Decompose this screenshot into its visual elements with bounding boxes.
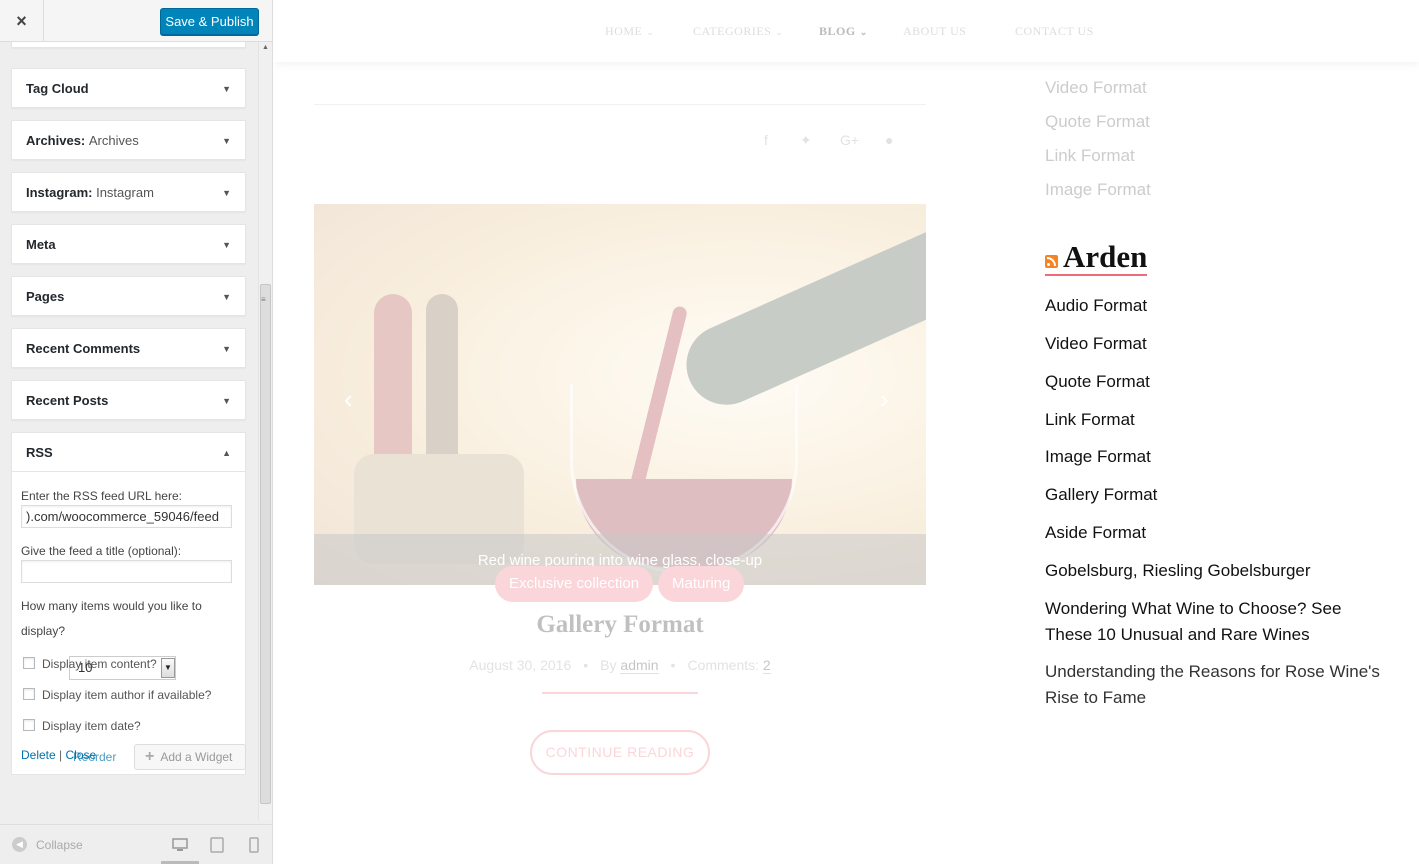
chevron-left-icon[interactable]: ‹ bbox=[344, 384, 353, 415]
widget-recent-posts[interactable]: Recent Posts ▼ bbox=[11, 380, 246, 420]
rss-item-link[interactable]: Understanding the Reasons for Rose Wine'… bbox=[1045, 659, 1390, 711]
widget-title: Meta bbox=[26, 237, 56, 252]
widget-title: Pages bbox=[26, 289, 65, 304]
post-meta: August 30, 2016 • By admin • Comments: 2 bbox=[469, 657, 771, 674]
widget-link[interactable]: Video Format bbox=[1045, 78, 1147, 98]
display-author-label: Display item author if available? bbox=[42, 688, 212, 702]
widget-title: RSS bbox=[26, 445, 53, 460]
widget-link[interactable]: Quote Format bbox=[1045, 112, 1150, 132]
facebook-icon[interactable]: f bbox=[764, 132, 768, 148]
widget-instagram[interactable]: Instagram: Instagram ▼ bbox=[11, 172, 246, 212]
widget-subtitle: Instagram bbox=[96, 185, 154, 200]
rss-title-label: Give the feed a title (optional): bbox=[21, 544, 182, 558]
display-date-label: Display item date? bbox=[42, 719, 141, 733]
rss-title-input[interactable] bbox=[21, 560, 232, 583]
link-separator: | bbox=[59, 748, 63, 762]
widget-title: Recent Comments bbox=[26, 341, 141, 356]
category-tag[interactable]: Maturing bbox=[658, 566, 745, 602]
comment-count[interactable]: 2 bbox=[762, 657, 771, 674]
pinterest-icon[interactable]: ● bbox=[885, 132, 893, 148]
close-customizer-button[interactable]: × bbox=[0, 0, 44, 42]
close-icon: × bbox=[16, 10, 27, 31]
sidebar-scrollbar[interactable]: ▲ ≡ bbox=[258, 42, 272, 820]
rss-widget-form: Enter the RSS feed URL here: ).com/wooco… bbox=[11, 472, 246, 775]
display-content-label: Display item content? bbox=[42, 657, 157, 671]
items-count-label: How many items would you like to bbox=[21, 599, 202, 613]
items-count-label-2: display? bbox=[21, 624, 66, 638]
rss-item-link[interactable]: Video Format bbox=[1045, 331, 1390, 357]
save-publish-button[interactable]: Save & Publish bbox=[160, 8, 259, 35]
display-date-checkbox[interactable] bbox=[23, 719, 35, 731]
post-gallery-slider: ‹ › Red wine pouring into wine glass, cl… bbox=[314, 204, 926, 585]
scrollbar-thumb[interactable] bbox=[260, 284, 271, 804]
rss-item-link[interactable]: Gallery Format bbox=[1045, 482, 1390, 508]
expand-arrow-icon[interactable]: ▼ bbox=[222, 84, 231, 94]
add-widget-button[interactable]: + Add a Widget bbox=[134, 744, 246, 770]
tablet-preview-icon[interactable] bbox=[210, 837, 224, 853]
post-author[interactable]: admin bbox=[620, 657, 659, 674]
widget-title: Recent Posts bbox=[26, 393, 109, 408]
twitter-icon[interactable]: ✦ bbox=[800, 132, 812, 149]
divider bbox=[314, 104, 926, 105]
rss-icon[interactable] bbox=[1045, 255, 1058, 268]
category-tag[interactable]: Exclusive collection bbox=[495, 566, 654, 602]
chevron-down-icon[interactable]: ▼ bbox=[161, 658, 175, 678]
widgets-list: Tag Cloud ▼ Archives: Archives ▼ Instagr… bbox=[0, 42, 258, 820]
rss-item-link[interactable]: Image Format bbox=[1045, 444, 1390, 470]
collapse-arrow-icon[interactable]: ▲ bbox=[222, 448, 231, 458]
reorder-link[interactable]: Reorder bbox=[73, 750, 116, 764]
scroll-up-icon[interactable]: ▲ bbox=[262, 44, 269, 51]
widget-tag-cloud[interactable]: Tag Cloud ▼ bbox=[11, 68, 246, 108]
add-widget-label: Add a Widget bbox=[160, 750, 233, 764]
customizer-sidebar: × Save & Publish Tag Cloud ▼ Archives: A… bbox=[0, 0, 273, 864]
display-author-checkbox[interactable] bbox=[23, 688, 35, 700]
rss-item-link[interactable]: Link Format bbox=[1045, 407, 1390, 433]
expand-arrow-icon[interactable]: ▼ bbox=[222, 240, 231, 250]
widget-partial bbox=[11, 42, 246, 48]
rss-item-link[interactable]: Gobelsburg, Riesling Gobelsburger bbox=[1045, 558, 1390, 584]
google-plus-icon[interactable]: G+ bbox=[840, 132, 859, 148]
expand-arrow-icon[interactable]: ▼ bbox=[222, 292, 231, 302]
widget-link[interactable]: Link Format bbox=[1045, 146, 1135, 166]
desktop-preview-icon[interactable] bbox=[172, 837, 188, 853]
expand-arrow-icon[interactable]: ▼ bbox=[222, 136, 231, 146]
rss-item-link[interactable]: Aside Format bbox=[1045, 520, 1390, 546]
expand-arrow-icon[interactable]: ▼ bbox=[222, 344, 231, 354]
collapse-button[interactable]: ◀ Collapse bbox=[12, 837, 83, 852]
site-preview: HOME ⌄ CATEGORIES ⌄ BLOG ⌄ ABOUT US CONTACT… bbox=[274, 0, 1419, 864]
rss-widget-title[interactable]: Arden bbox=[1063, 240, 1147, 274]
delete-link[interactable]: Delete bbox=[21, 748, 56, 762]
rss-url-input[interactable]: ).com/woocommerce_59046/feed bbox=[21, 505, 232, 528]
widget-title: Tag Cloud bbox=[26, 81, 89, 96]
rss-item-link[interactable]: Audio Format bbox=[1045, 293, 1390, 319]
grip-icon: ≡ bbox=[261, 295, 266, 304]
rss-item-link[interactable]: Quote Format bbox=[1045, 369, 1390, 395]
rss-url-label: Enter the RSS feed URL here: bbox=[21, 489, 182, 503]
widget-link[interactable]: Image Format bbox=[1045, 180, 1151, 200]
post-date: August 30, 2016 bbox=[469, 657, 572, 673]
post-title[interactable]: Gallery Format bbox=[314, 611, 926, 639]
widget-subtitle: Archives bbox=[88, 133, 139, 148]
rss-item-link[interactable]: Wondering What Wine to Choose? See These… bbox=[1045, 596, 1390, 648]
mobile-preview-icon[interactable] bbox=[249, 837, 259, 853]
widget-meta[interactable]: Meta ▼ bbox=[11, 224, 246, 264]
expand-arrow-icon[interactable]: ▼ bbox=[222, 188, 231, 198]
customizer-header: × Save & Publish bbox=[0, 0, 272, 42]
widget-archives[interactable]: Archives: Archives ▼ bbox=[11, 120, 246, 160]
chevron-right-icon[interactable]: › bbox=[880, 384, 889, 415]
widget-pages[interactable]: Pages ▼ bbox=[11, 276, 246, 316]
divider bbox=[542, 692, 698, 694]
widget-title: Archives: bbox=[26, 133, 86, 148]
widget-title: Instagram: bbox=[26, 185, 93, 200]
collapse-icon: ◀ bbox=[12, 837, 27, 852]
customizer-footer: ◀ Collapse bbox=[0, 824, 272, 864]
widget-rss[interactable]: RSS ▲ bbox=[11, 432, 246, 472]
widget-recent-comments[interactable]: Recent Comments ▼ bbox=[11, 328, 246, 368]
expand-arrow-icon[interactable]: ▼ bbox=[222, 396, 231, 406]
rss-widget-heading: Arden bbox=[1045, 240, 1148, 276]
plus-icon: + bbox=[145, 748, 155, 765]
display-content-checkbox[interactable] bbox=[23, 657, 35, 669]
continue-reading-button[interactable]: CONTINUE READING bbox=[530, 730, 710, 775]
